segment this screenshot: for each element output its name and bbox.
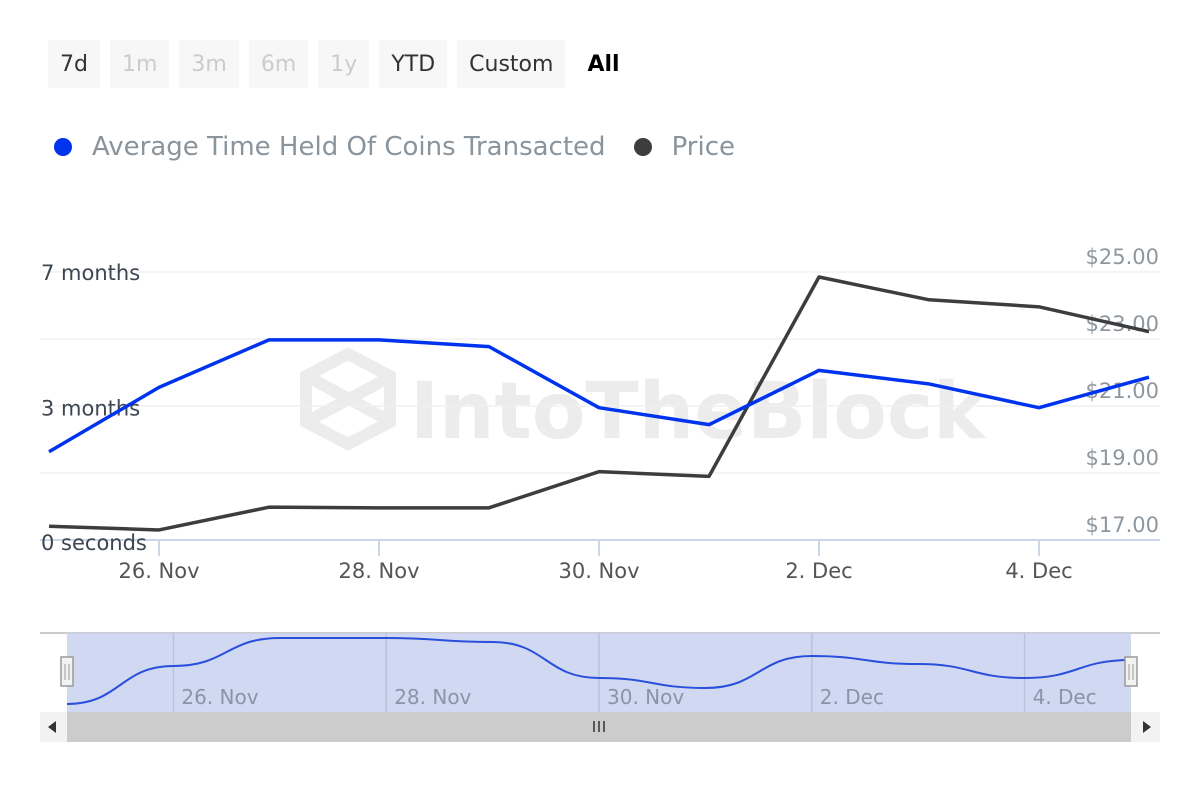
handle-grip-icon[interactable] [60, 656, 74, 687]
navigator-handle-right[interactable] [1124, 656, 1138, 687]
y-left-tick-label: 7 months [41, 261, 140, 285]
y-axis-left: 0 seconds3 months7 months [41, 261, 147, 555]
navigator-scrollbar[interactable] [40, 712, 1160, 742]
chart-canvas: IntoTheBlock 26. Nov 28. Nov 30. Nov 2. Dec… [40, 245, 1160, 742]
handle-grip-icon[interactable] [1124, 656, 1138, 687]
y-left-tick-label: 0 seconds [41, 531, 147, 555]
x-tick-label: 2. Dec [785, 559, 852, 583]
navigator-tick-label: 30. Nov [607, 685, 684, 709]
navigator-tick-label: 28. Nov [394, 685, 471, 709]
x-tick-label: 4. Dec [1005, 559, 1072, 583]
navigator-tick-label: 4. Dec [1033, 685, 1097, 709]
watermark-logo-icon [300, 347, 396, 451]
navigator-tick-label: 26. Nov [181, 685, 258, 709]
navigator-tick-label: 2. Dec [820, 685, 884, 709]
x-tick-label: 26. Nov [118, 559, 199, 583]
navigator-handle-left[interactable] [60, 656, 74, 687]
x-tick-label: 28. Nov [338, 559, 419, 583]
x-axis: 26. Nov 28. Nov 30. Nov 2. Dec 4. Dec [118, 540, 1073, 583]
y-right-tick-label: $25.00 [1086, 245, 1159, 269]
navigator[interactable]: 26. Nov 28. Nov 30. Nov 2. Dec 4. Dec [40, 632, 1160, 742]
x-tick-label: 30. Nov [558, 559, 639, 583]
y-right-tick-label: $19.00 [1086, 446, 1159, 470]
gridlines [40, 271, 1160, 541]
y-right-tick-label: $17.00 [1086, 513, 1159, 537]
